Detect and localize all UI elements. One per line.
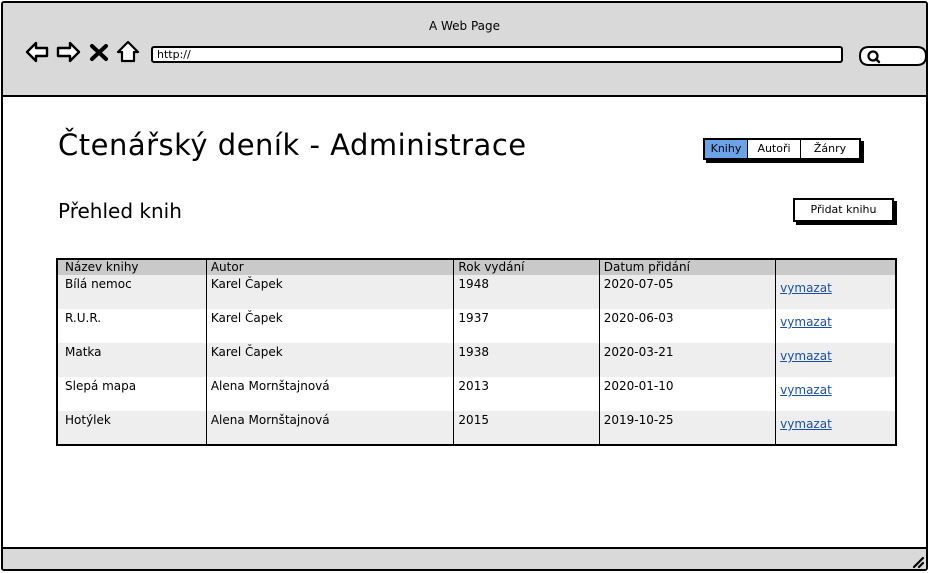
book-title-cell: Bílá nemoc [65,277,132,291]
book-actions-cell: vymazat [775,309,896,343]
column-header-author: Autor [205,259,454,275]
back-arrow-icon[interactable] [25,40,49,64]
add-book-button[interactable]: Přidat knihu [793,198,894,222]
close-icon[interactable] [89,40,109,64]
table-row: Matka Karel Čapek 1938 2020-03-21 vymaza… [57,343,896,377]
search-icon[interactable] [855,45,927,67]
book-title-cell: R.U.R. [65,311,102,325]
book-date-added-cell: 2020-01-10 [598,377,776,411]
delete-link[interactable]: vymazat [780,315,832,329]
delete-link[interactable]: vymazat [780,281,832,295]
book-author-cell: Karel Čapek [205,309,454,343]
browser-toolbar: A Web Page http:// [3,3,926,97]
table-row: Hotýlek Alena Mornštajnová 2015 2019-10-… [57,411,896,445]
book-actions-cell: vymazat [775,343,896,377]
book-title-cell: Slepá mapa [65,379,137,393]
tab-knihy[interactable]: Knihy [705,140,747,158]
column-header-year: Rok vydání [453,259,600,275]
home-icon[interactable] [116,40,140,64]
book-author-cell: Karel Čapek [205,275,454,309]
book-title-cell: Hotýlek [65,413,111,427]
table-row: R.U.R. Karel Čapek 1937 2020-06-03 vymaz… [57,309,896,343]
book-date-added-cell: 2020-06-03 [598,309,776,343]
book-date-added-cell: 2019-10-25 [598,411,776,445]
window-title: A Web Page [428,19,501,33]
book-author-cell: Karel Čapek [205,343,454,377]
column-header-title: Název knihy [65,260,139,274]
page-title: Čtenářský deník - Administrace [58,128,527,162]
book-year-cell: 2015 [453,411,600,445]
resize-grip-icon[interactable] [910,554,924,568]
book-year-cell: 1948 [453,275,600,309]
table-header-row: Název knihy Autor Rok vydání Datum přidá… [57,259,896,275]
book-actions-cell: vymazat [775,377,896,411]
book-title-cell: Matka [65,345,102,359]
status-bar [3,547,926,569]
delete-link[interactable]: vymazat [780,349,832,363]
book-date-added-cell: 2020-07-05 [598,275,776,309]
table-row: Slepá mapa Alena Mornštajnová 2013 2020-… [57,377,896,411]
section-title: Přehled knih [58,199,182,223]
book-year-cell: 1937 [453,309,600,343]
book-author-cell: Alena Mornštajnová [205,411,454,445]
address-bar[interactable]: http:// [151,46,843,63]
tab-autori[interactable]: Autoři [747,140,800,158]
table-row: Bílá nemoc Karel Čapek 1948 2020-07-05 v… [57,275,896,309]
book-actions-cell: vymazat [775,275,896,309]
book-year-cell: 1938 [453,343,600,377]
delete-link[interactable]: vymazat [780,383,832,397]
book-actions-cell: vymazat [775,411,896,445]
book-year-cell: 2013 [453,377,600,411]
book-author-cell: Alena Mornštajnová [205,377,454,411]
column-header-actions [775,259,896,275]
browser-window: A Web Page http:// Čtenářský deník - Adm… [1,1,928,571]
delete-link[interactable]: vymazat [780,417,832,431]
column-header-date-added: Datum přidání [598,259,776,275]
tab-bar: Knihy Autoři Žánry [703,138,861,160]
books-table: Název knihy Autor Rok vydání Datum přidá… [56,258,897,446]
forward-arrow-icon[interactable] [55,40,81,64]
book-date-added-cell: 2020-03-21 [598,343,776,377]
tab-zanry[interactable]: Žánry [800,140,859,158]
